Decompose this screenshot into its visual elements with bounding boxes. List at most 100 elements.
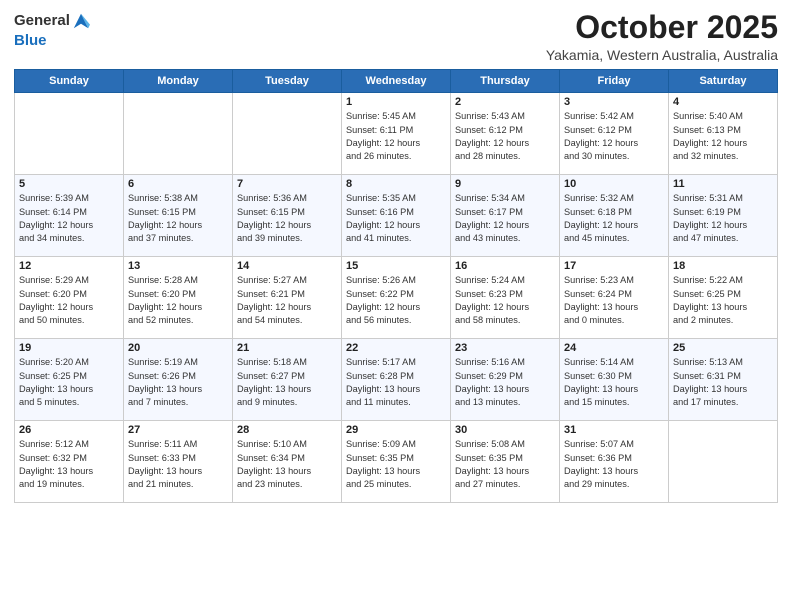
calendar-cell: 30 Sunrise: 5:08 AM Sunset: 6:35 PM Dayli… (451, 421, 560, 503)
day-number: 13 (128, 260, 228, 272)
day-detail: Sunrise: 5:39 AM Sunset: 6:14 PM Dayligh… (19, 192, 119, 245)
calendar-cell: 1 Sunrise: 5:45 AM Sunset: 6:11 PM Daylig… (342, 93, 451, 175)
day-number: 9 (455, 178, 555, 190)
header: General Blue October 2025 Yakamia, Weste… (14, 10, 778, 63)
calendar-cell (233, 93, 342, 175)
day-detail: Sunrise: 5:42 AM Sunset: 6:12 PM Dayligh… (564, 110, 664, 163)
day-detail: Sunrise: 5:22 AM Sunset: 6:25 PM Dayligh… (673, 274, 773, 327)
day-detail: Sunrise: 5:35 AM Sunset: 6:16 PM Dayligh… (346, 192, 446, 245)
day-detail: Sunrise: 5:07 AM Sunset: 6:36 PM Dayligh… (564, 438, 664, 491)
logo: General Blue (14, 10, 90, 50)
location-title: Yakamia, Western Australia, Australia (546, 47, 778, 63)
calendar-cell: 17Sunrise: 5:23 AM Sunset: 6:24 PM Dayli… (560, 257, 669, 339)
week-row-3: 12 Sunrise: 5:29 AM Sunset: 6:20 PM Dayli… (15, 257, 778, 339)
calendar-cell: 2Sunrise: 5:43 AM Sunset: 6:12 PM Daylig… (451, 93, 560, 175)
day-number: 7 (237, 178, 337, 190)
day-detail: Sunrise: 5:36 AM Sunset: 6:15 PM Dayligh… (237, 192, 337, 245)
calendar-cell (124, 93, 233, 175)
calendar-cell: 26 Sunrise: 5:12 AM Sunset: 6:32 PM Dayli… (15, 421, 124, 503)
day-number: 21 (237, 342, 337, 354)
calendar-cell: 14 Sunrise: 5:27 AM Sunset: 6:21 PM Dayli… (233, 257, 342, 339)
day-detail: Sunrise: 5:16 AM Sunset: 6:29 PM Dayligh… (455, 356, 555, 409)
day-number: 6 (128, 178, 228, 190)
day-detail: Sunrise: 5:34 AM Sunset: 6:17 PM Dayligh… (455, 192, 555, 245)
day-number: 26 (19, 424, 119, 436)
calendar-cell: 8 Sunrise: 5:35 AM Sunset: 6:16 PM Daylig… (342, 175, 451, 257)
day-number: 10 (564, 178, 664, 190)
calendar-cell: 6 Sunrise: 5:38 AM Sunset: 6:15 PM Daylig… (124, 175, 233, 257)
day-detail: Sunrise: 5:13 AM Sunset: 6:31 PM Dayligh… (673, 356, 773, 409)
day-number: 22 (346, 342, 446, 354)
day-detail: Sunrise: 5:26 AM Sunset: 6:22 PM Dayligh… (346, 274, 446, 327)
calendar-cell: 27 Sunrise: 5:11 AM Sunset: 6:33 PM Dayli… (124, 421, 233, 503)
day-number: 5 (19, 178, 119, 190)
day-detail: Sunrise: 5:17 AM Sunset: 6:28 PM Dayligh… (346, 356, 446, 409)
day-number: 8 (346, 178, 446, 190)
day-number: 4 (673, 96, 773, 108)
day-detail: Sunrise: 5:45 AM Sunset: 6:11 PM Dayligh… (346, 110, 446, 163)
day-number: 29 (346, 424, 446, 436)
day-number: 23 (455, 342, 555, 354)
day-detail: Sunrise: 5:19 AM Sunset: 6:26 PM Dayligh… (128, 356, 228, 409)
calendar-cell: 3 Sunrise: 5:42 AM Sunset: 6:12 PM Daylig… (560, 93, 669, 175)
calendar-cell: 12 Sunrise: 5:29 AM Sunset: 6:20 PM Dayli… (15, 257, 124, 339)
weekday-header-row: SundayMondayTuesdayWednesdayThursdayFrid… (15, 70, 778, 93)
day-detail: Sunrise: 5:27 AM Sunset: 6:21 PM Dayligh… (237, 274, 337, 327)
day-detail: Sunrise: 5:40 AM Sunset: 6:13 PM Dayligh… (673, 110, 773, 163)
logo-text-general: General (14, 13, 70, 30)
day-number: 2 (455, 96, 555, 108)
calendar-cell: 16Sunrise: 5:24 AM Sunset: 6:23 PM Dayli… (451, 257, 560, 339)
calendar-table: SundayMondayTuesdayWednesdayThursdayFrid… (14, 69, 778, 503)
calendar-cell: 25 Sunrise: 5:13 AM Sunset: 6:31 PM Dayli… (669, 339, 778, 421)
calendar-cell: 15Sunrise: 5:26 AM Sunset: 6:22 PM Dayli… (342, 257, 451, 339)
calendar-cell: 21Sunrise: 5:18 AM Sunset: 6:27 PM Dayli… (233, 339, 342, 421)
day-detail: Sunrise: 5:11 AM Sunset: 6:33 PM Dayligh… (128, 438, 228, 491)
calendar-cell: 24Sunrise: 5:14 AM Sunset: 6:30 PM Dayli… (560, 339, 669, 421)
calendar-cell: 20Sunrise: 5:19 AM Sunset: 6:26 PM Dayli… (124, 339, 233, 421)
day-number: 30 (455, 424, 555, 436)
day-number: 14 (237, 260, 337, 272)
calendar-cell: 13 Sunrise: 5:28 AM Sunset: 6:20 PM Dayli… (124, 257, 233, 339)
day-number: 27 (128, 424, 228, 436)
day-detail: Sunrise: 5:08 AM Sunset: 6:35 PM Dayligh… (455, 438, 555, 491)
weekday-header-sunday: Sunday (15, 70, 124, 93)
day-number: 3 (564, 96, 664, 108)
day-detail: Sunrise: 5:38 AM Sunset: 6:15 PM Dayligh… (128, 192, 228, 245)
calendar-cell: 31 Sunrise: 5:07 AM Sunset: 6:36 PM Dayli… (560, 421, 669, 503)
calendar-cell (15, 93, 124, 175)
calendar-cell: 7 Sunrise: 5:36 AM Sunset: 6:15 PM Daylig… (233, 175, 342, 257)
day-detail: Sunrise: 5:31 AM Sunset: 6:19 PM Dayligh… (673, 192, 773, 245)
day-number: 31 (564, 424, 664, 436)
calendar-cell: 10Sunrise: 5:32 AM Sunset: 6:18 PM Dayli… (560, 175, 669, 257)
calendar-cell: 29Sunrise: 5:09 AM Sunset: 6:35 PM Dayli… (342, 421, 451, 503)
calendar-cell: 23 Sunrise: 5:16 AM Sunset: 6:29 PM Dayli… (451, 339, 560, 421)
weekday-header-saturday: Saturday (669, 70, 778, 93)
day-number: 25 (673, 342, 773, 354)
day-number: 1 (346, 96, 446, 108)
week-row-4: 19Sunrise: 5:20 AM Sunset: 6:25 PM Dayli… (15, 339, 778, 421)
calendar-cell: 4 Sunrise: 5:40 AM Sunset: 6:13 PM Daylig… (669, 93, 778, 175)
month-title: October 2025 (546, 10, 778, 45)
weekday-header-tuesday: Tuesday (233, 70, 342, 93)
day-detail: Sunrise: 5:14 AM Sunset: 6:30 PM Dayligh… (564, 356, 664, 409)
day-detail: Sunrise: 5:12 AM Sunset: 6:32 PM Dayligh… (19, 438, 119, 491)
calendar-cell: 22 Sunrise: 5:17 AM Sunset: 6:28 PM Dayli… (342, 339, 451, 421)
week-row-1: 1 Sunrise: 5:45 AM Sunset: 6:11 PM Daylig… (15, 93, 778, 175)
calendar-cell: 28 Sunrise: 5:10 AM Sunset: 6:34 PM Dayli… (233, 421, 342, 503)
logo-text-blue: Blue (14, 32, 47, 49)
day-detail: Sunrise: 5:10 AM Sunset: 6:34 PM Dayligh… (237, 438, 337, 491)
day-number: 19 (19, 342, 119, 354)
title-area: October 2025 Yakamia, Western Australia,… (546, 10, 778, 63)
day-number: 12 (19, 260, 119, 272)
day-detail: Sunrise: 5:29 AM Sunset: 6:20 PM Dayligh… (19, 274, 119, 327)
day-detail: Sunrise: 5:28 AM Sunset: 6:20 PM Dayligh… (128, 274, 228, 327)
day-number: 28 (237, 424, 337, 436)
weekday-header-monday: Monday (124, 70, 233, 93)
weekday-header-thursday: Thursday (451, 70, 560, 93)
weekday-header-wednesday: Wednesday (342, 70, 451, 93)
day-number: 11 (673, 178, 773, 190)
calendar-cell: 19Sunrise: 5:20 AM Sunset: 6:25 PM Dayli… (15, 339, 124, 421)
day-detail: Sunrise: 5:23 AM Sunset: 6:24 PM Dayligh… (564, 274, 664, 327)
calendar-cell: 11 Sunrise: 5:31 AM Sunset: 6:19 PM Dayli… (669, 175, 778, 257)
calendar-cell: 5 Sunrise: 5:39 AM Sunset: 6:14 PM Daylig… (15, 175, 124, 257)
